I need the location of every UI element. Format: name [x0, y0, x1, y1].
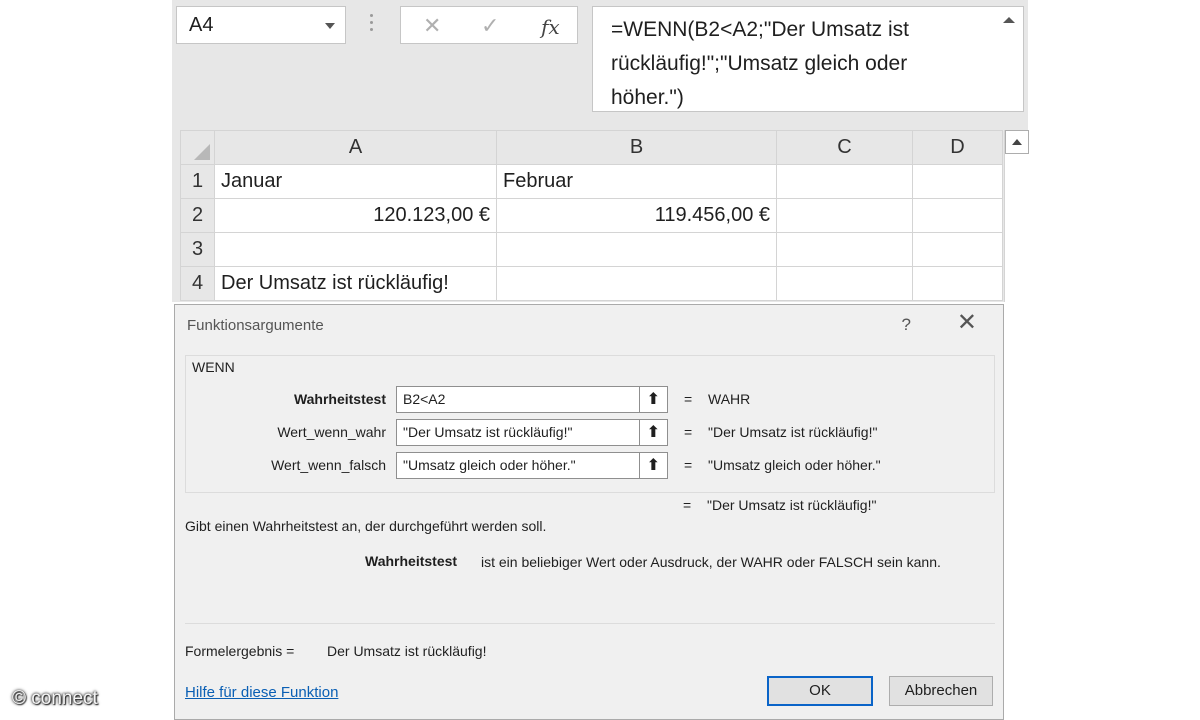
- cell-a2[interactable]: 120.123,00 €: [214, 198, 497, 233]
- collapse-formula-bar-icon[interactable]: [1003, 17, 1015, 23]
- formula-result-label: Formelergebnis =: [185, 643, 295, 659]
- formula-line: =WENN(B2<A2;"Der Umsatz ist: [611, 18, 910, 41]
- cell-a4[interactable]: Der Umsatz ist rückläufig!: [214, 266, 497, 301]
- name-box[interactable]: A4: [176, 6, 346, 44]
- cell-b4[interactable]: [496, 266, 777, 301]
- equals-sign: =: [684, 424, 693, 440]
- equals-sign: =: [684, 457, 693, 473]
- row-header-2[interactable]: 2: [180, 198, 215, 233]
- formula-bar-grip-icon: [370, 14, 374, 36]
- function-arguments-dialog: Funktionsargumente ? ✕ WENN Wahrheitstes…: [174, 304, 1004, 720]
- wert-wenn-wahr-input[interactable]: "Der Umsatz ist rückläufig!": [396, 419, 640, 446]
- divider: [185, 623, 995, 624]
- formula-bar-buttons: ✕ ✓ fx: [400, 6, 578, 44]
- argument-label: Wahrheitstest: [293, 391, 386, 407]
- equals-sign: =: [683, 497, 692, 513]
- argument-row-wahrheitstest: Wahrheitstest B2<A2 ⬆ = WAHR: [186, 386, 996, 414]
- row-header-4[interactable]: 4: [180, 266, 215, 301]
- watermark: © connect: [12, 688, 98, 709]
- equals-sign: =: [684, 391, 693, 407]
- column-header-b[interactable]: B: [496, 130, 777, 165]
- ok-button[interactable]: OK: [767, 676, 873, 706]
- collapse-dialog-icon[interactable]: ⬆: [640, 419, 668, 446]
- formula-line: rückläufig!";"Umsatz gleich oder: [611, 52, 908, 75]
- argument-row-wert-wenn-wahr: Wert_wenn_wahr "Der Umsatz ist rückläufi…: [186, 419, 996, 447]
- help-link[interactable]: Hilfe für diese Funktion: [185, 684, 338, 701]
- cell-b3[interactable]: [496, 232, 777, 267]
- cancel-button[interactable]: Abbrechen: [889, 676, 993, 706]
- dialog-title: Funktionsargumente: [187, 317, 324, 334]
- argument-result: "Umsatz gleich oder höher.": [708, 457, 881, 473]
- name-box-value: A4: [189, 14, 214, 36]
- help-icon[interactable]: ?: [902, 315, 911, 335]
- chevron-down-icon[interactable]: [325, 23, 335, 29]
- formula-input[interactable]: =WENN(B2<A2;"Der Umsatz ist rückläufig!"…: [592, 6, 1024, 112]
- cell-d3[interactable]: [912, 232, 1003, 267]
- cell-a1[interactable]: Januar: [214, 164, 497, 199]
- function-result: "Der Umsatz ist rückläufig!": [707, 497, 877, 513]
- spreadsheet-grid: A B C D 1 Januar Februar 2 120.123,00 € …: [180, 130, 1003, 301]
- function-name: WENN: [192, 359, 235, 375]
- cell-c3[interactable]: [776, 232, 913, 267]
- argument-result: "Der Umsatz ist rückläufig!": [708, 424, 878, 440]
- cell-c1[interactable]: [776, 164, 913, 199]
- insert-function-icon[interactable]: fx: [541, 15, 560, 39]
- check-icon[interactable]: ✓: [481, 13, 499, 39]
- collapse-dialog-icon[interactable]: ⬆: [640, 386, 668, 413]
- cancel-icon[interactable]: ✕: [423, 13, 441, 39]
- cell-d4[interactable]: [912, 266, 1003, 301]
- row-header-1[interactable]: 1: [180, 164, 215, 199]
- cell-a3[interactable]: [214, 232, 497, 267]
- function-description: Gibt einen Wahrheitstest an, der durchge…: [185, 518, 547, 534]
- scroll-up-icon[interactable]: [1005, 130, 1029, 154]
- wahrheitstest-input[interactable]: B2<A2: [396, 386, 640, 413]
- column-header-d[interactable]: D: [912, 130, 1003, 165]
- formula-line: höher."): [611, 86, 684, 109]
- row-header-3[interactable]: 3: [180, 232, 215, 267]
- vertical-scrollbar[interactable]: [1004, 130, 1029, 302]
- formula-result-value: Der Umsatz ist rückläufig!: [327, 643, 487, 659]
- argument-row-wert-wenn-falsch: Wert_wenn_falsch "Umsatz gleich oder höh…: [186, 452, 996, 480]
- parameter-description: ist ein beliebiger Wert oder Ausdruck, d…: [481, 554, 941, 570]
- argument-label: Wert_wenn_falsch: [271, 457, 386, 473]
- select-all-corner[interactable]: [180, 130, 215, 165]
- column-header-a[interactable]: A: [214, 130, 497, 165]
- cell-d1[interactable]: [912, 164, 1003, 199]
- cell-b1[interactable]: Februar: [496, 164, 777, 199]
- argument-result: WAHR: [708, 391, 751, 407]
- parameter-name: Wahrheitstest: [365, 553, 458, 569]
- arguments-group: WENN Wahrheitstest B2<A2 ⬆ = WAHR Wert_w…: [185, 355, 995, 493]
- excel-window: A4 ✕ ✓ fx =WENN(B2<A2;"Der Umsatz ist rü…: [172, 0, 1029, 302]
- cell-b2[interactable]: 119.456,00 €: [496, 198, 777, 233]
- close-icon[interactable]: ✕: [957, 311, 977, 335]
- cell-c4[interactable]: [776, 266, 913, 301]
- wert-wenn-falsch-input[interactable]: "Umsatz gleich oder höher.": [396, 452, 640, 479]
- cell-c2[interactable]: [776, 198, 913, 233]
- column-header-c[interactable]: C: [776, 130, 913, 165]
- argument-label: Wert_wenn_wahr: [277, 424, 386, 440]
- cell-d2[interactable]: [912, 198, 1003, 233]
- collapse-dialog-icon[interactable]: ⬆: [640, 452, 668, 479]
